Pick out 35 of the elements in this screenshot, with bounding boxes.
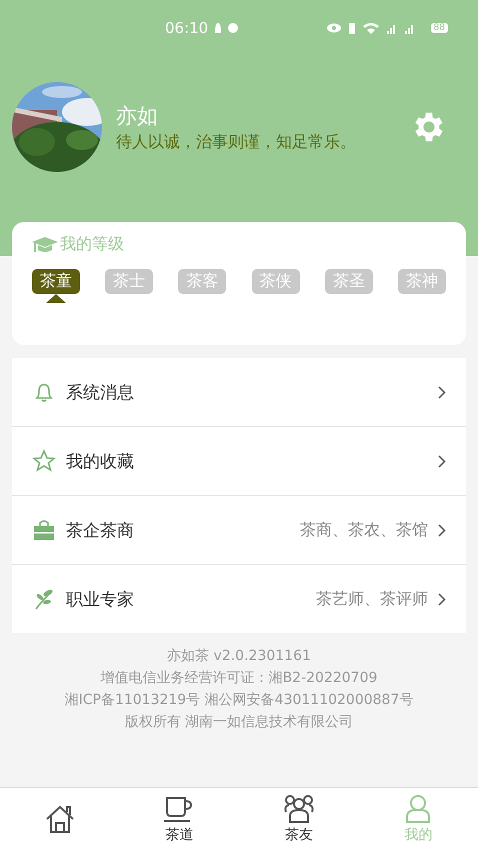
chevron-right-icon	[438, 524, 446, 536]
friends-icon	[282, 794, 315, 824]
user-motto: 待人以诚，治事则谨，知足常乐。	[116, 132, 357, 152]
battery-level: 88	[430, 23, 448, 33]
house-icon	[44, 804, 76, 834]
menu-item-detail: 茶商、茶农、茶馆	[300, 520, 428, 540]
notification-icons	[212, 21, 240, 35]
footer-text: 亦如茶 v2.0.2301161	[166, 647, 312, 666]
menu-item[interactable]: 茶企茶商 茶商、茶农、茶馆	[12, 496, 466, 564]
tab-item[interactable]: 茶友	[239, 788, 358, 850]
pointer-icon	[46, 294, 66, 303]
menu-item-label: 茶企茶商	[66, 520, 135, 542]
menu-item-label: 我的收藏	[66, 450, 135, 472]
menu-item[interactable]: 我的收藏	[12, 427, 466, 495]
menu-item[interactable]: 职业专家 茶艺师、茶评师	[12, 565, 466, 633]
menu-item-label: 职业专家	[66, 588, 135, 610]
tab-label: 我的	[404, 826, 432, 844]
tab-label: 茶友	[284, 826, 313, 844]
chevron-right-icon	[438, 454, 446, 468]
level-card-title: 我的等级	[60, 234, 124, 255]
star-icon	[32, 449, 56, 473]
menu-item[interactable]: 系统消息	[12, 358, 466, 426]
menu-item-label: 系统消息	[66, 382, 135, 404]
footer-text: 湘ICP备11013219号 湘公网安备43011102000887号	[64, 691, 414, 710]
tab-label: 茶道	[165, 826, 194, 844]
graduation-cap-icon	[32, 236, 58, 254]
status-time: 06:10	[165, 19, 208, 37]
menu-item-detail: 茶艺师、茶评师	[316, 588, 428, 610]
tab-item[interactable]: 茶道	[120, 788, 239, 850]
shopping-bag-icon	[32, 518, 56, 542]
footer-text: 版权所有 湖南一如信息技术有限公司	[124, 713, 354, 732]
footer-text: 增值电信业务经营许可证：湘B2-20220709	[100, 669, 378, 688]
chevron-right-icon	[438, 592, 446, 606]
chevron-right-icon	[438, 386, 446, 398]
user-name: 亦如	[116, 102, 159, 130]
